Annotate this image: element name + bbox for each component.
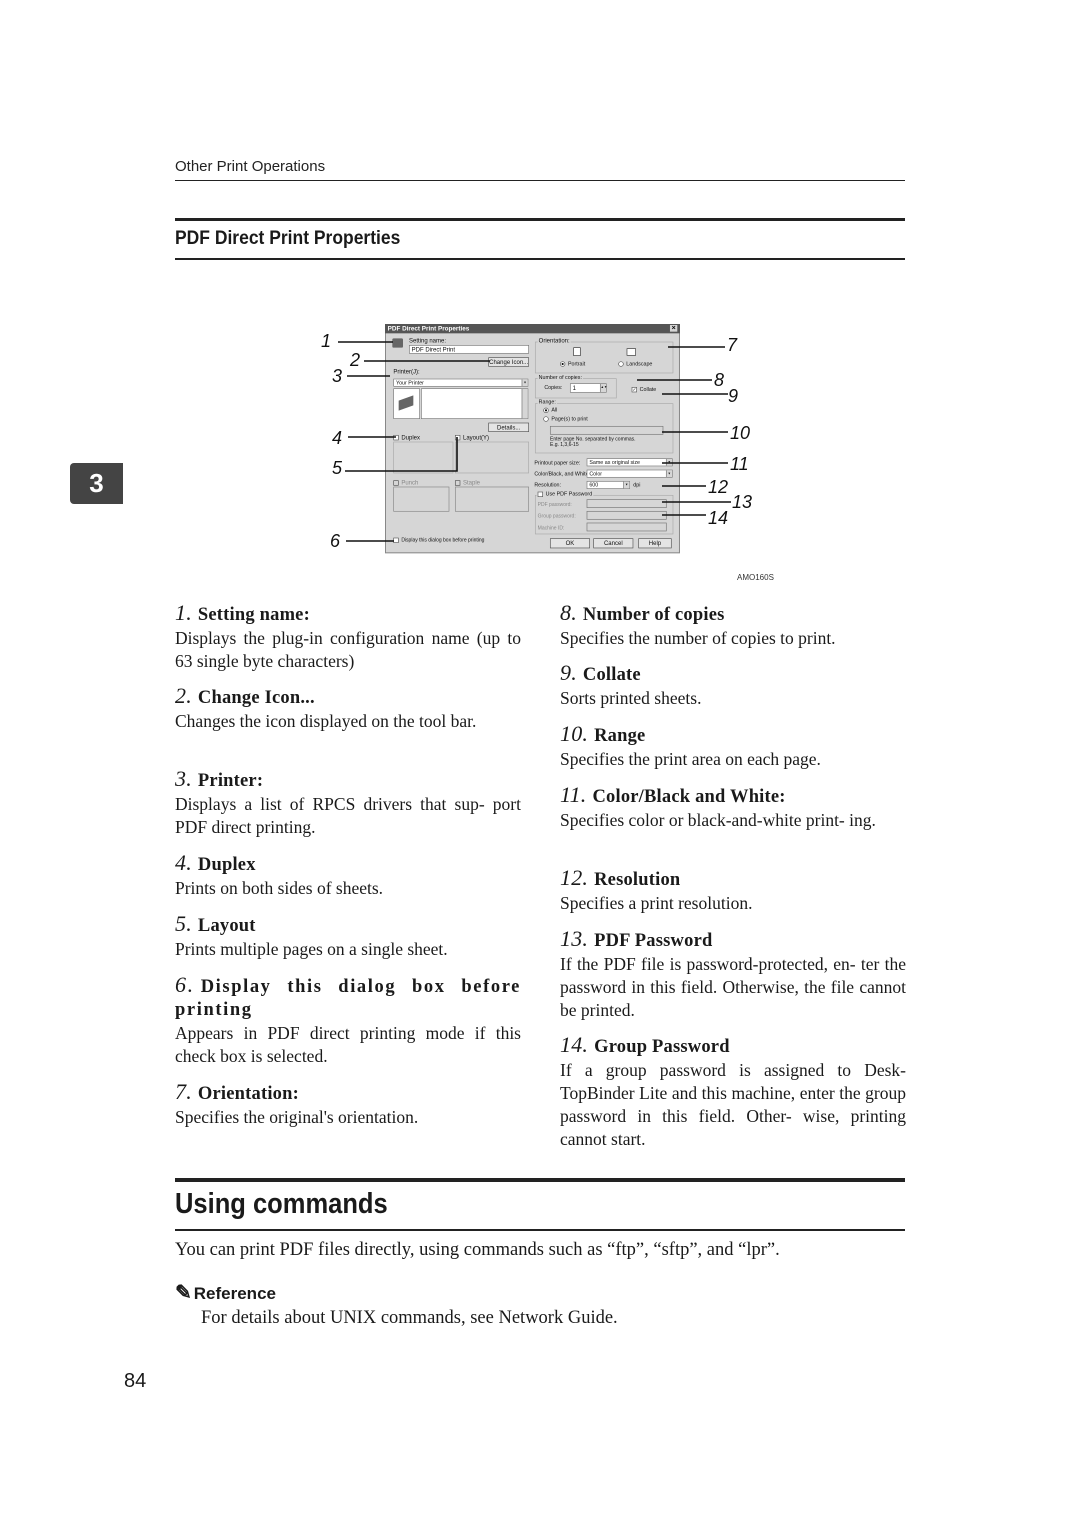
item-title: Resolution [594,870,681,890]
item-title: Setting name: [197,605,310,625]
item-layout: 5. Layout Prints multiple pages on a singl… [175,912,521,961]
item-number: 14. [560,1032,589,1057]
callout-4: 4 [332,428,343,448]
item-number: 11. [560,782,587,807]
item-desc: Displays a list of RPCS drivers that sup… [175,794,521,837]
callout-10: 10 [730,423,751,443]
item-desc: Specifies the print area on each page. [560,749,821,769]
item-number: 13. [560,926,589,951]
item-title: Group Password [594,1037,730,1057]
item-pdf-password: 13. PDF Password If the PDF file is passwo… [560,927,906,1022]
item-desc: If the PDF file is password-protected, e… [560,954,906,1020]
item-title: Change Icon... [197,688,315,708]
item-orientation: 7. Orientation: Specifies the original's o… [175,1080,521,1129]
item-number: 12. [560,865,589,890]
item-desc: Displays the plug-in configuration name … [175,628,521,671]
item-number: 9. [560,660,577,685]
item-desc: Specifies the original's orientation. [175,1107,419,1127]
item-desc: Specifies a print resolution. [560,893,753,913]
callout-1: 1 [321,331,332,351]
item-title: Orientation: [197,1084,299,1104]
callout-14: 14 [708,508,729,528]
reference-label: Reference [193,1284,276,1303]
item-number: 8. [560,600,577,625]
item-desc: Prints on both sides of sheets. [175,878,384,898]
item-title: Number of copies [582,605,725,625]
item-number: 3. [175,766,192,791]
callout-6: 6 [330,531,341,551]
using-commands-body: You can print PDF files directly, using … [175,1240,780,1260]
callout-2: 2 [350,350,361,370]
item-change-icon: 2. Change Icon... Changes the icon display… [175,684,521,733]
callout-7: 7 [727,335,738,355]
item-title: Layout [197,916,256,936]
item-desc: Specifies color or black-and-white print… [560,810,876,830]
item-title: Printer: [197,771,264,791]
item-number: 2. [175,683,192,708]
item-desc: Changes the icon displayed on the tool b… [175,711,477,731]
callout-line-5 [345,437,458,472]
reference-text: For details about UNIX commands, see Net… [201,1308,618,1328]
callout-lines [338,341,731,542]
item-title: PDF Password [594,931,713,951]
item-title: Range [594,726,646,746]
callout-3: 3 [332,366,343,386]
item-range: 10. Range Specifies the print area on each… [560,722,906,771]
item-desc: Specifies the number of copies to print. [560,628,836,648]
item-desc: Appears in PDF direct printing mode if t… [175,1023,521,1066]
item-number-of-copies: 8. Number of copies Specifies the number o… [560,601,906,650]
figure-code: AMO160S [737,573,774,582]
callout-13: 13 [732,492,753,512]
item-desc: Prints multiple pages on a single sheet. [175,939,448,959]
item-number: 10. [560,721,589,746]
item-number: 7. [175,1079,192,1104]
item-group-password: 14. Group Password If a group password is … [560,1033,906,1151]
page-number: 84 [124,1370,147,1392]
item-collate: 9. Collate Sorts printed sheets. [560,661,906,710]
item-display-dialog: 6. Display this dialog box before printin… [175,973,521,1068]
item-number: 6. [175,972,195,997]
item-duplex: 4. Duplex Prints on both sides of sheets. [175,851,521,900]
item-setting-name: 1. Setting name: Displays the plug-in conf… [175,601,521,673]
heading-rule-bottom [175,1229,905,1231]
callout-12: 12 [708,477,729,497]
pencil-icon: ✎ [175,1282,192,1304]
callout-5: 5 [332,458,343,478]
item-title: Collate [582,665,641,685]
item-title: Duplex [197,855,256,875]
item-number: 1. [175,600,192,625]
callout-8: 8 [714,370,725,390]
item-number: 4. [175,850,192,875]
using-commands-heading: Using commands [175,1188,388,1220]
item-printer: 3. Printer: Displays a list of RPCS driver… [175,767,521,839]
callout-9: 9 [728,386,739,406]
callout-11: 11 [730,454,749,474]
item-title: Color/Black and White: [592,787,786,807]
reference-heading: ✎ Reference [175,1280,276,1305]
heading-rule-top [175,1178,905,1182]
item-color: 11. Color/Black and White: Specifies color… [560,783,906,832]
item-resolution: 12. Resolution Specifies a print resolutio… [560,866,906,915]
item-number: 5. [175,911,192,936]
item-desc: Sorts printed sheets. [560,688,702,708]
item-title: Display this dialog box before printing [175,977,521,1020]
item-desc: If a group password is assigned to Desk-… [560,1060,906,1149]
